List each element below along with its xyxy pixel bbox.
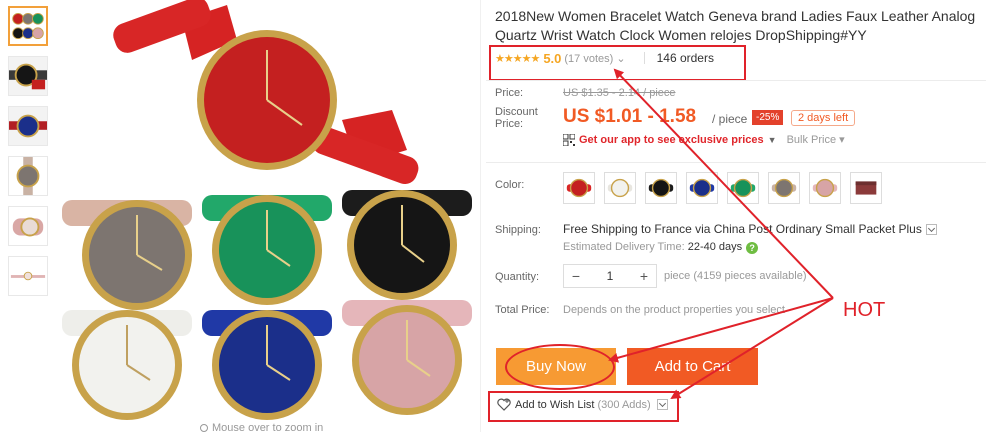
magnifier-icon bbox=[200, 424, 208, 432]
watches-illustration bbox=[62, 0, 472, 420]
quantity-input[interactable]: 1 bbox=[588, 269, 632, 283]
help-icon[interactable]: ? bbox=[746, 242, 759, 254]
blue-red-watch-thumb-image bbox=[9, 107, 47, 145]
zoom-hint: Mouse over to zoom in bbox=[200, 422, 323, 432]
main-product-image[interactable] bbox=[62, 0, 474, 425]
annotation-buy-oval bbox=[505, 344, 615, 390]
color-swatch-black[interactable] bbox=[645, 172, 677, 204]
watch-collage-thumb-image bbox=[10, 8, 46, 44]
color-swatch-box[interactable] bbox=[850, 172, 882, 204]
original-price: US $1.35 - 2.14 / piece bbox=[563, 87, 676, 99]
color-swatch-blue[interactable] bbox=[686, 172, 718, 204]
zoom-hint-text: Mouse over to zoom in bbox=[212, 422, 324, 432]
app-promo-row: Get our app to see exclusive prices ▼ Bu… bbox=[563, 133, 845, 146]
bulk-price-dropdown[interactable]: Bulk Price ▾ bbox=[787, 133, 845, 146]
shipping-method-text: Free Shipping to France via China Post O… bbox=[563, 222, 922, 236]
thumbnail-strip bbox=[8, 6, 50, 306]
price-label: Price: bbox=[495, 87, 524, 99]
days-left-badge: 2 days left bbox=[791, 110, 856, 126]
color-swatch-white[interactable] bbox=[604, 172, 636, 204]
annotation-wish-box bbox=[488, 391, 679, 422]
color-swatch-pink[interactable] bbox=[809, 172, 841, 204]
shipping-dropdown-icon[interactable] bbox=[925, 224, 937, 236]
swatch-watch-image bbox=[855, 181, 877, 195]
watch-flat-thumb-image bbox=[9, 257, 47, 295]
swatch-watch-image bbox=[689, 178, 715, 198]
discount-price-label: Discount Price: bbox=[495, 106, 538, 130]
shipping-label: Shipping: bbox=[495, 224, 541, 236]
add-to-cart-button[interactable]: Add to Cart bbox=[627, 348, 758, 385]
divider-2 bbox=[486, 162, 986, 163]
color-swatch-red[interactable] bbox=[563, 172, 595, 204]
thumbnail-1[interactable] bbox=[8, 6, 48, 46]
thumbnail-2[interactable] bbox=[8, 56, 48, 96]
color-swatch-grey[interactable] bbox=[768, 172, 800, 204]
thumbnail-4[interactable] bbox=[8, 156, 48, 196]
swatch-watch-image bbox=[566, 178, 592, 198]
annotation-rating-box bbox=[489, 45, 746, 81]
grey-watch-thumb-image bbox=[9, 157, 47, 195]
shipping-method[interactable]: Free Shipping to France via China Post O… bbox=[563, 222, 937, 236]
color-swatch-green[interactable] bbox=[727, 172, 759, 204]
swatch-watch-image bbox=[730, 178, 756, 198]
caret-down-icon: ▼ bbox=[767, 134, 777, 145]
qr-code-icon bbox=[563, 133, 575, 146]
swatch-watch-image bbox=[812, 178, 838, 198]
total-price-label: Total Price: bbox=[495, 304, 550, 316]
divider-1 bbox=[486, 80, 986, 81]
discount-price: US $1.01 - 1.58 bbox=[563, 106, 697, 127]
hot-annotation-label: HOT bbox=[843, 299, 886, 321]
total-price-text: Depends on the product properties you se… bbox=[563, 304, 785, 316]
thumbnail-3[interactable] bbox=[8, 106, 48, 146]
product-title: 2018New Women Bracelet Watch Geneva bran… bbox=[495, 8, 976, 43]
pieces-available: piece (4159 pieces available) bbox=[664, 270, 807, 282]
discount-badge: -25% bbox=[752, 110, 784, 125]
swatch-watch-image bbox=[771, 178, 797, 198]
delivery-days: 22-40 days bbox=[687, 241, 743, 253]
quantity-label: Quantity: bbox=[495, 271, 540, 283]
swatch-watch-image bbox=[607, 178, 633, 198]
pink-watch-side-thumb-image bbox=[9, 207, 47, 245]
color-swatches bbox=[563, 172, 891, 204]
thumbnail-5[interactable] bbox=[8, 206, 48, 246]
color-label: Color: bbox=[495, 179, 525, 191]
swatch-watch-image bbox=[648, 178, 674, 198]
black-watch-thumb-image bbox=[9, 57, 47, 95]
quantity-decrease-button[interactable]: − bbox=[564, 268, 588, 284]
per-piece-label: / piece bbox=[712, 112, 748, 126]
gallery-divider bbox=[480, 0, 481, 432]
thumbnail-6[interactable] bbox=[8, 256, 48, 296]
delivery-time: Estimated Delivery Time: 22-40 days? bbox=[563, 241, 759, 254]
app-promo-link[interactable]: Get our app to see exclusive prices bbox=[579, 134, 764, 146]
quantity-stepper: − 1 + bbox=[563, 264, 657, 288]
quantity-increase-button[interactable]: + bbox=[632, 268, 656, 284]
delivery-prefix: Estimated Delivery Time: bbox=[563, 241, 685, 253]
